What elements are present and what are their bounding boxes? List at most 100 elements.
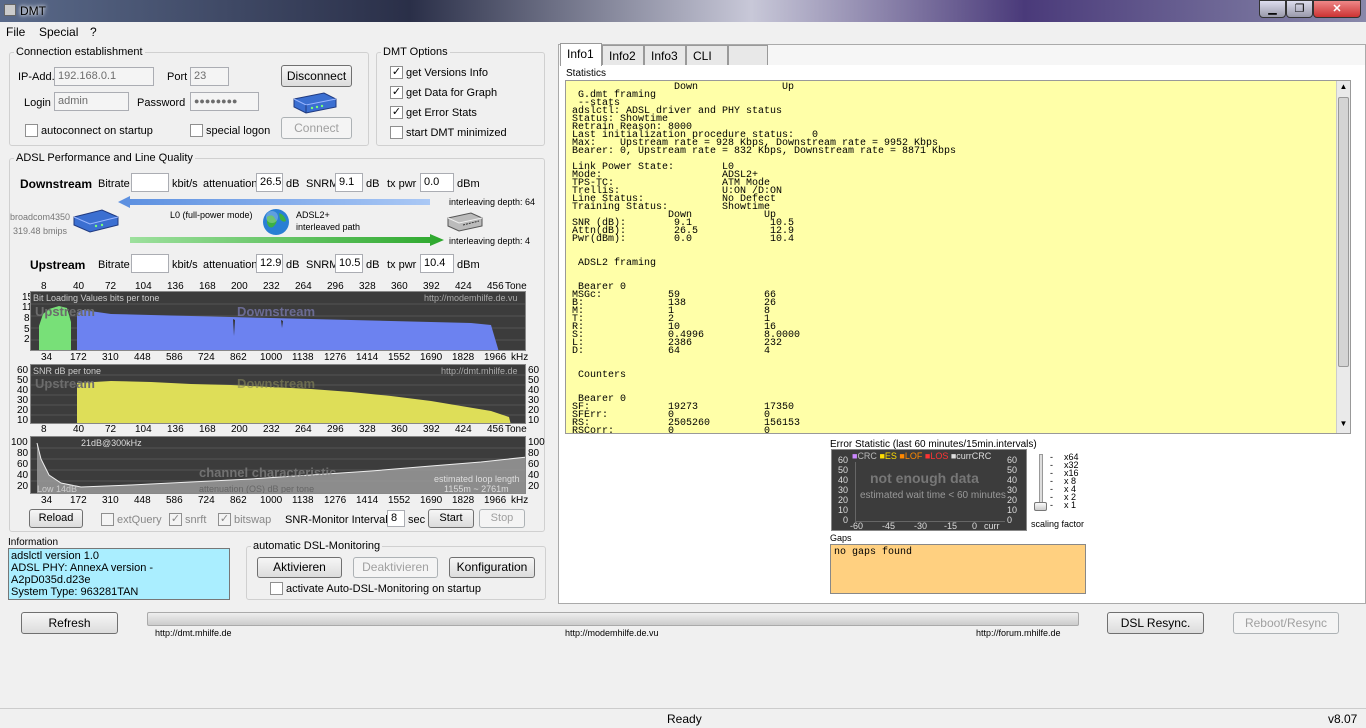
up-att-field[interactable]: 12.9	[256, 254, 283, 273]
deactivate-button[interactable]: Deaktivieren	[353, 557, 438, 578]
downstream-label: Downstream	[20, 177, 93, 191]
dmt-options-legend: DMT Options	[383, 46, 448, 58]
scroll-up-icon[interactable]: ▲	[1338, 82, 1349, 94]
down-att-field[interactable]: 26.5	[256, 173, 283, 192]
reboot-resync-button[interactable]: Reboot/Resync	[1233, 612, 1339, 634]
up-txpwr-field[interactable]: 10.4	[420, 254, 454, 273]
ip-label: IP-Add.	[18, 71, 55, 83]
link-forum[interactable]: http://forum.mhilfe.de	[976, 628, 1061, 638]
tab-info1[interactable]: Info1	[560, 43, 602, 66]
up-snrm-field[interactable]: 10.5	[335, 254, 363, 273]
close-button[interactable]: ✕	[1313, 0, 1361, 18]
bits-downstream-watermark: Downstream	[237, 304, 316, 319]
menu-file[interactable]: File	[6, 25, 25, 39]
scaling-slider-thumb[interactable]	[1034, 502, 1047, 511]
down-snrm-field[interactable]: 9.1	[335, 173, 363, 192]
snr-chart-title: SNR dB per tone	[33, 366, 102, 376]
bitswap-checkbox[interactable]: ✓	[218, 513, 231, 526]
reload-button[interactable]: Reload	[29, 509, 83, 528]
versions-info-checkbox[interactable]: ✓	[390, 66, 403, 79]
khz-axis-2: 34 172 310 448 586 724 862 1000 1138 127…	[41, 495, 529, 506]
up-bitrate-field[interactable]	[131, 254, 169, 273]
ch-low-label: Low 14dB	[37, 484, 78, 494]
legend-es: ES	[884, 451, 897, 461]
window-title: DMT	[20, 4, 46, 18]
ch-loop-value: 1155m ~ 2761m	[444, 484, 509, 494]
link-modemhilfe[interactable]: http://modemhilfe.de.vu	[565, 628, 659, 638]
maximize-button[interactable]: ❐	[1286, 0, 1313, 18]
bits-y-axis: 15 11 8 5 2	[22, 292, 34, 345]
down-bitrate-field[interactable]	[131, 173, 169, 192]
special-logon-checkbox[interactable]	[190, 124, 203, 137]
snr-y-axis-left: 60 50 40 30 20 10	[17, 365, 29, 426]
tab-info3[interactable]: Info3	[644, 45, 686, 65]
stop-button[interactable]: Stop	[479, 509, 525, 528]
minimize-button[interactable]: ▁	[1259, 0, 1286, 18]
disconnect-button[interactable]: Disconnect	[281, 65, 352, 87]
ch-y-axis-right: 100 80 60 40 20	[528, 437, 545, 492]
link-dmt[interactable]: http://dmt.mhilfe.de	[155, 628, 232, 638]
bits-upstream-watermark: Upstream	[35, 304, 95, 319]
login-field[interactable]: admin	[54, 92, 129, 111]
menu-help[interactable]: ?	[90, 25, 97, 39]
legend-crc: CRC	[857, 451, 877, 461]
menu-special[interactable]: Special	[39, 25, 78, 39]
info-line: ADSL PHY: AnnexA version - A2pD035d.d23e	[11, 562, 154, 586]
legend-lof: LOF	[904, 451, 923, 461]
password-field[interactable]: ●●●●●●●●	[190, 92, 259, 111]
extquery-checkbox[interactable]	[101, 513, 114, 526]
scaling-factor-label: scaling factor	[1031, 519, 1085, 529]
autoconnect-label: autoconnect on startup	[41, 125, 153, 137]
err-y-axis-left: 60 50 40 30 20 10 0	[838, 455, 849, 525]
down-att-label: attenuation	[203, 178, 258, 190]
up-bitrate-label: Bitrate	[98, 259, 130, 271]
tab-info2[interactable]: Info2	[602, 45, 644, 65]
scroll-down-icon[interactable]: ▼	[1338, 419, 1349, 431]
versions-info-label: get Versions Info	[406, 67, 488, 79]
ch-loop-label: estimated loop length	[434, 474, 520, 484]
down-txpwr-label: tx pwr	[387, 178, 417, 190]
bit-loading-chart: Bit Loading Values bits per tone http://…	[30, 291, 526, 351]
snr-downstream-watermark: Downstream	[237, 376, 316, 391]
snr-chart: SNR dB per tone http://dmt.mhilfe.de Ups…	[30, 364, 526, 424]
down-txpwr-field[interactable]: 0.0	[420, 173, 454, 192]
configuration-button[interactable]: Konfiguration	[449, 557, 535, 578]
legend-los: LOS	[930, 451, 949, 461]
up-kbits-label: kbit/s	[172, 259, 198, 271]
statistics-text: Down Up G.dmt framing --stats adslctl: A…	[565, 80, 1351, 434]
connect-button[interactable]: Connect	[281, 117, 352, 139]
port-field[interactable]: 23	[190, 67, 229, 86]
snr-interval-field[interactable]: 8	[387, 510, 405, 527]
title-bar: DMT ▁ ❐ ✕	[0, 0, 1366, 22]
channel-chart: 21dB@300kHz channel characteristic Low 1…	[30, 436, 526, 494]
stats-scrollbar[interactable]: ▲ ▼	[1336, 81, 1350, 433]
auto-monitoring-label: activate Auto-DSL-Monitoring on startup	[286, 583, 482, 595]
tone-axis-middle: 8 40 72 104 136 168 200 232 264 296 328 …	[41, 424, 527, 435]
up-txpwr-label: tx pwr	[387, 259, 417, 271]
start-minimized-checkbox[interactable]	[390, 126, 403, 139]
graph-data-label: get Data for Graph	[406, 87, 498, 99]
activate-button[interactable]: Aktivieren	[257, 557, 342, 578]
down-txpwr-unit: dBm	[457, 178, 480, 190]
ip-field[interactable]: 192.168.0.1	[54, 67, 154, 86]
version-label: v8.07	[1328, 712, 1358, 726]
snr-chart-url: http://dmt.mhilfe.de	[441, 366, 518, 376]
auto-monitoring-checkbox[interactable]	[270, 582, 283, 595]
refresh-button[interactable]: Refresh	[21, 612, 118, 634]
scroll-thumb[interactable]	[1338, 97, 1349, 367]
status-text: Ready	[667, 712, 702, 726]
snr-y-axis-right: 60 50 40 30 20 10	[528, 365, 540, 426]
info-line: adslctl version 1.0	[11, 550, 100, 562]
dslam-icon	[447, 212, 483, 232]
adsl-path: interleaved path	[296, 222, 361, 232]
information-label: Information	[8, 537, 59, 548]
autoconnect-checkbox[interactable]	[25, 124, 38, 137]
start-button[interactable]: Start	[428, 509, 474, 528]
gaps-box: no gaps found	[830, 544, 1086, 594]
graph-data-checkbox[interactable]: ✓	[390, 86, 403, 99]
dsl-resync-button[interactable]: DSL Resync.	[1107, 612, 1204, 634]
error-stats-checkbox[interactable]: ✓	[390, 106, 403, 119]
snrft-checkbox[interactable]: ✓	[169, 513, 182, 526]
ch-watermark: channel characteristic	[199, 465, 337, 480]
tab-cli[interactable]: CLI	[686, 45, 728, 65]
